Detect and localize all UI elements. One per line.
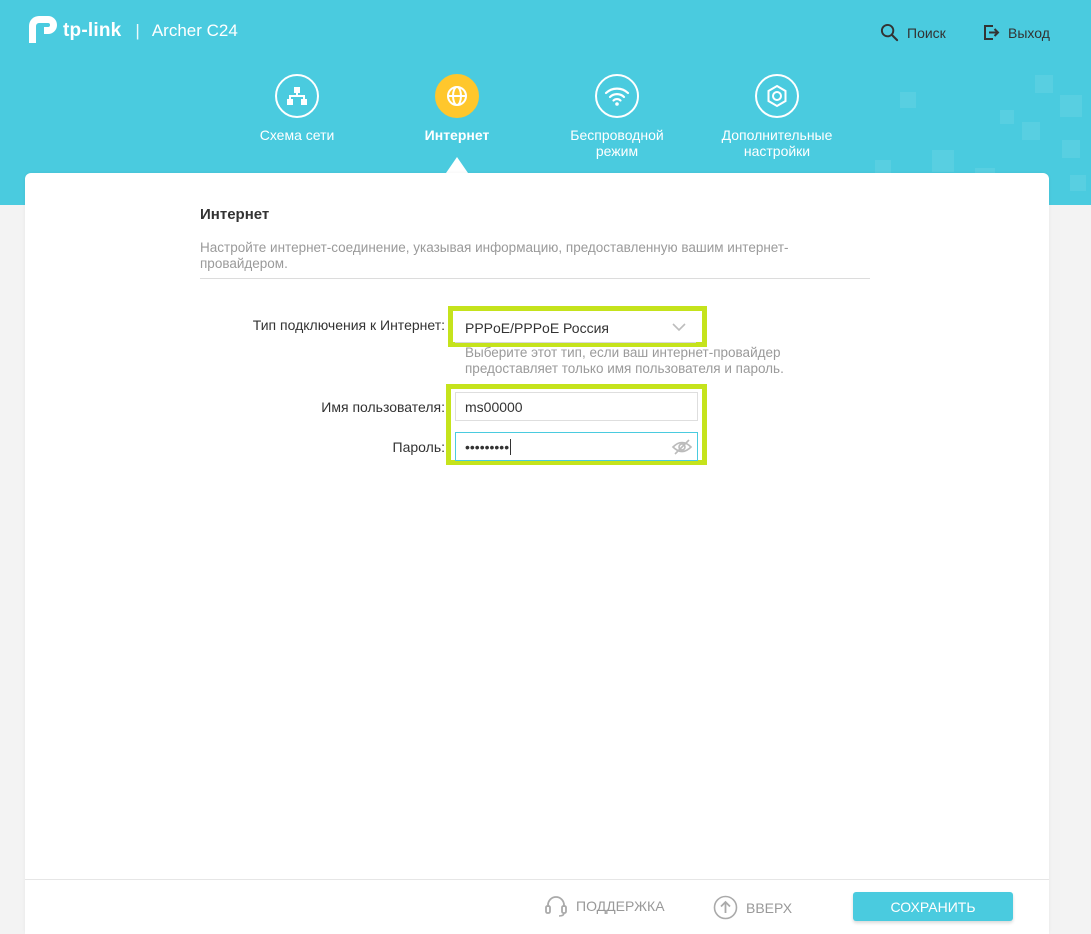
network-map-icon	[275, 74, 319, 118]
username-input[interactable]: ms00000	[455, 392, 698, 421]
logout-button[interactable]: Выход	[982, 23, 1050, 42]
connection-type-value: PPPoE/PPPoE Россия	[465, 319, 609, 336]
footer-bar: ПОДДЕРЖКА ВВЕРХ СОХРАНИТЬ	[25, 879, 1049, 934]
support-label: ПОДДЕРЖКА	[576, 898, 665, 914]
headset-icon	[545, 896, 567, 917]
eye-slash-icon[interactable]	[671, 438, 693, 456]
top-label: ВВЕРХ	[746, 899, 793, 916]
active-nav-pointer	[446, 157, 468, 173]
nav-label-wireless-line2: режим	[595, 143, 639, 159]
search-icon	[880, 23, 899, 42]
nav-label-advanced-line1: Дополнительные	[721, 127, 833, 143]
search-label: Поиск	[907, 24, 946, 41]
arrow-up-icon	[713, 895, 738, 920]
nav-advanced[interactable]: Дополнительные настройки	[707, 74, 847, 159]
logout-icon	[984, 25, 1000, 40]
support-link[interactable]: ПОДДЕРЖКА	[544, 895, 665, 917]
text-caret	[510, 438, 512, 455]
search-button[interactable]: Поиск	[880, 23, 946, 42]
nav-label-advanced: Дополнительные настройки	[707, 127, 847, 159]
globe-icon	[435, 74, 479, 118]
logo-separator: |	[135, 21, 140, 40]
connection-type-select[interactable]: PPPoE/PPPoE Россия	[455, 313, 696, 343]
nav-label-internet: Интернет	[424, 127, 490, 143]
tp-link-logo: tp-link | Archer C24	[25, 14, 238, 48]
connection-type-hint: Выберите этот тип, если ваш интернет-про…	[465, 345, 784, 376]
nav-label-network-map: Схема сети	[259, 127, 335, 143]
logout-label: Выход	[1008, 24, 1050, 41]
main-panel: Интернет Настройте интернет-соединение, …	[25, 173, 1049, 933]
wifi-icon	[595, 74, 639, 118]
gear-icon	[755, 74, 799, 118]
section-description: Настройте интернет-соединение, указывая …	[200, 240, 789, 271]
nav-wireless[interactable]: Беспроводной режим	[547, 74, 687, 159]
tp-link-logo-icon	[25, 14, 59, 48]
password-input[interactable]: •••••••••	[455, 432, 698, 461]
nav-label-advanced-line2: настройки	[743, 143, 811, 159]
nav-network-map[interactable]: Схема сети	[227, 74, 367, 143]
section-divider	[200, 278, 870, 279]
username-label: Имя пользователя:	[321, 399, 445, 415]
nav-internet[interactable]: Интернет	[387, 74, 527, 143]
back-to-top-link[interactable]: ВВЕРХ	[713, 895, 792, 920]
password-label: Пароль:	[392, 439, 445, 455]
password-value: •••••••••	[465, 438, 510, 455]
username-value: ms00000	[465, 398, 523, 415]
nav-label-wireless-line1: Беспроводной	[570, 127, 664, 143]
nav-label-wireless: Беспроводной режим	[547, 127, 687, 159]
connection-type-label: Тип подключения к Интернет:	[252, 317, 445, 333]
section-title: Интернет	[200, 206, 270, 223]
save-button[interactable]: СОХРАНИТЬ	[853, 892, 1013, 921]
logo-text: tp-link	[63, 20, 122, 41]
chevron-down-icon	[672, 323, 686, 332]
model-name: Archer C24	[151, 21, 238, 40]
